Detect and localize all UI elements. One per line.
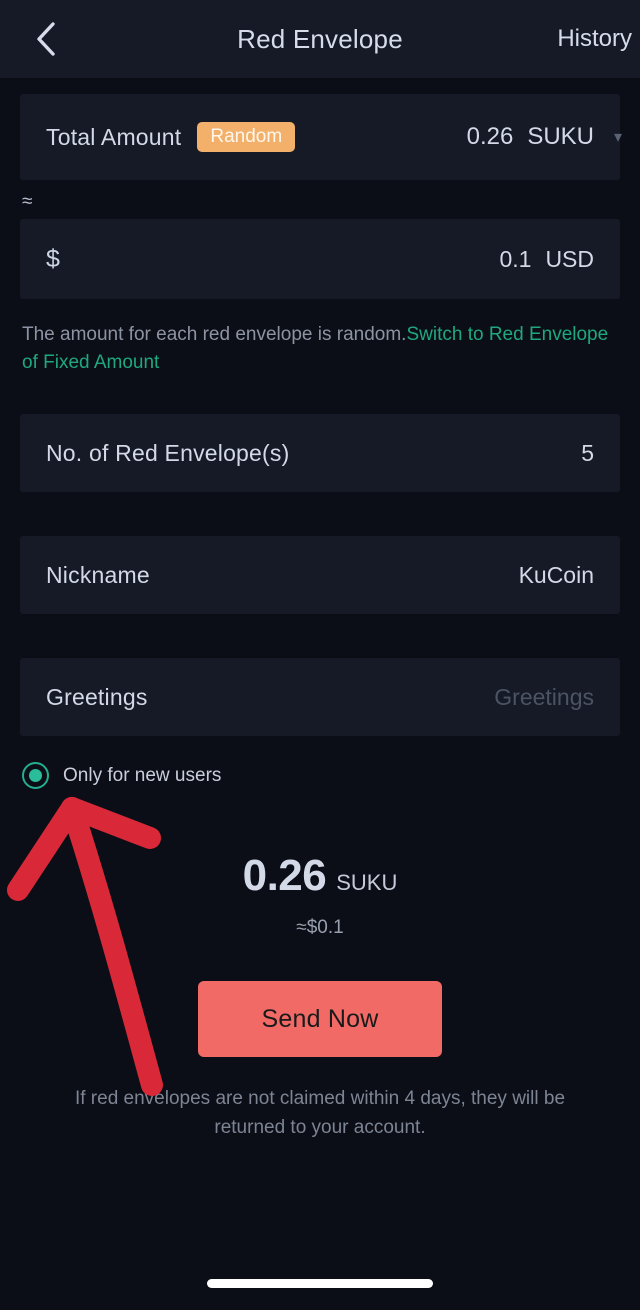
summary-amount: 0.26 xyxy=(242,851,327,901)
greetings-row[interactable]: Greetings Greetings xyxy=(20,658,620,737)
home-indicator xyxy=(207,1279,433,1288)
greetings-input[interactable]: Greetings xyxy=(494,684,594,711)
arrow-head-right xyxy=(61,797,161,849)
arrow-tail xyxy=(61,797,163,1096)
approx-symbol: ≈ xyxy=(22,191,33,212)
radio-dot xyxy=(29,769,42,783)
only-new-users-label: Only for new users xyxy=(63,764,222,786)
usd-value-group: 0.1 USD xyxy=(499,246,594,273)
page-title: Red Envelope xyxy=(237,23,403,54)
chevron-left-icon xyxy=(35,21,57,57)
total-amount-value: 0.26 xyxy=(466,123,514,150)
usd-currency: USD xyxy=(545,245,594,272)
footer-disclaimer: If red envelopes are not claimed within … xyxy=(74,1088,566,1138)
only-new-users-option[interactable]: Only for new users xyxy=(22,762,640,790)
random-badge[interactable]: Random xyxy=(197,122,296,152)
radio-selected-icon[interactable] xyxy=(22,762,49,790)
envelope-count-label: No. of Red Envelope(s) xyxy=(46,439,290,466)
total-amount-value-group: 0.26 SUKU xyxy=(467,123,594,151)
summary-amount-line: 0.26 SUKU xyxy=(0,851,640,901)
nickname-label: Nickname xyxy=(46,561,150,588)
greetings-label: Greetings xyxy=(46,683,148,710)
summary-currency: SUKU xyxy=(336,870,398,896)
red-envelope-screen: Red Envelope History Total Amount Random… xyxy=(0,0,640,1310)
dollar-icon: $ xyxy=(46,244,60,273)
envelope-count-row[interactable]: No. of Red Envelope(s) 5 xyxy=(20,414,620,493)
envelope-count-value[interactable]: 5 xyxy=(581,440,594,467)
send-now-button[interactable]: Send Now xyxy=(198,981,442,1058)
usd-value: 0.1 xyxy=(499,245,532,272)
total-amount-label: Total Amount xyxy=(46,123,182,150)
total-amount-row[interactable]: Total Amount Random 0.26 SUKU ▾ xyxy=(20,94,622,180)
nickname-value[interactable]: KuCoin xyxy=(519,562,594,589)
summary-section: 0.26 SUKU ≈$0.1 xyxy=(0,851,640,939)
nickname-row[interactable]: Nickname KuCoin xyxy=(20,536,620,615)
summary-usd: ≈$0.1 xyxy=(296,917,344,939)
usd-amount-row[interactable]: $ 0.1 USD xyxy=(20,219,620,299)
history-button[interactable]: History xyxy=(557,25,632,53)
hint-text: The amount for each red envelope is rand… xyxy=(22,324,407,345)
app-header: Red Envelope History xyxy=(0,0,640,78)
back-button[interactable] xyxy=(26,19,66,59)
random-amount-hint: The amount for each red envelope is rand… xyxy=(22,321,618,376)
total-amount-currency: SUKU xyxy=(527,123,594,150)
chevron-down-icon[interactable]: ▾ xyxy=(614,127,622,147)
